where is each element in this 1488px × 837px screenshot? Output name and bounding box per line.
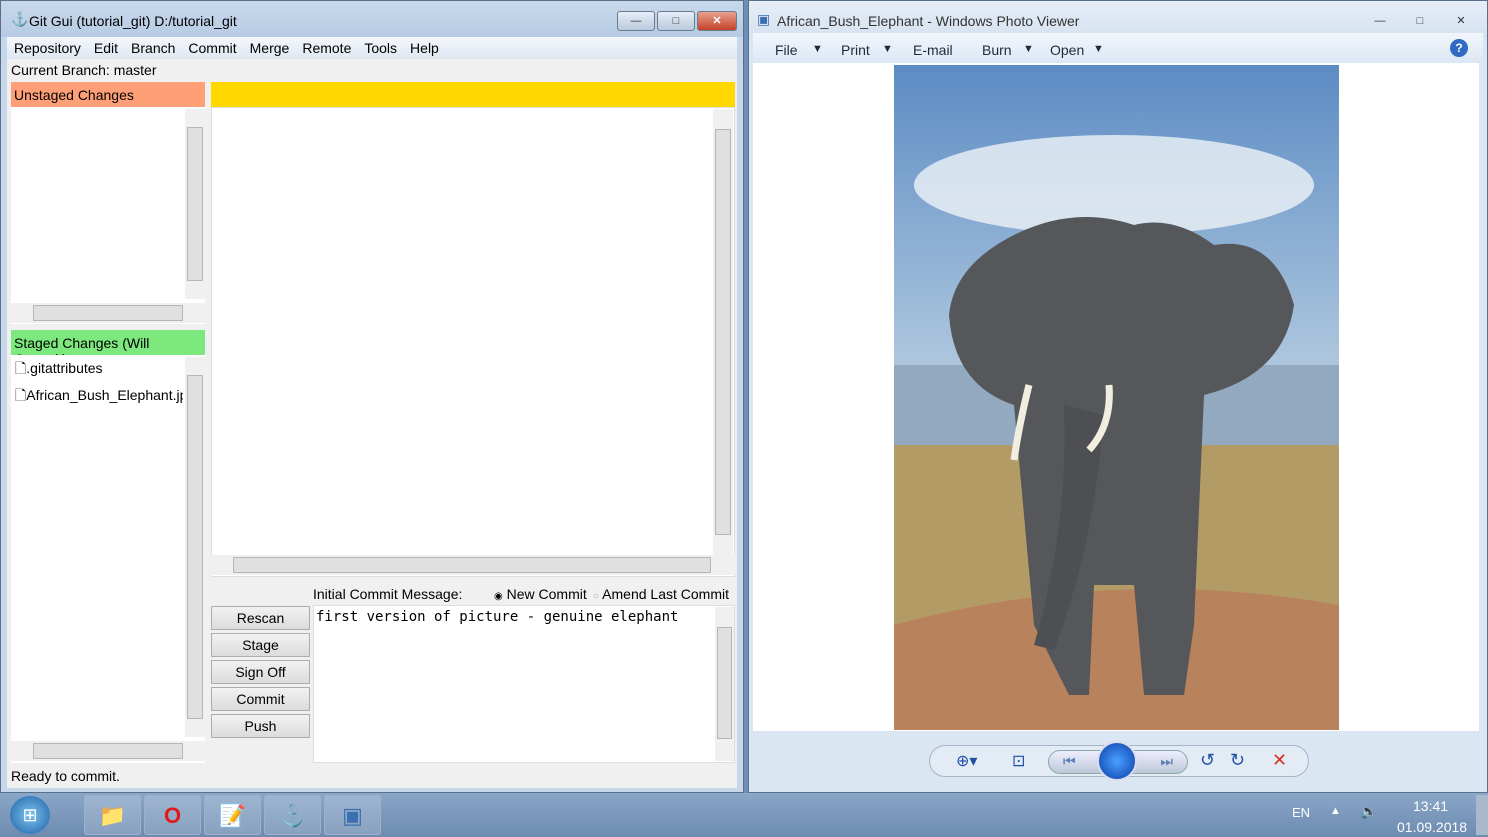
file-icon: 🗋 <box>15 387 27 403</box>
status-bar: Ready to commit. <box>11 768 120 784</box>
commit-message-label: Initial Commit Message: <box>313 586 463 602</box>
sign-off-button[interactable]: Sign Off <box>211 660 310 684</box>
file-dropdown-icon[interactable]: ▼ <box>812 43 823 55</box>
zoom-icon[interactable]: ⊕▾ <box>956 751 977 771</box>
rotate-left-icon[interactable]: ↺ <box>1200 750 1215 771</box>
minimize-button[interactable]: — <box>1361 11 1399 31</box>
menu-remote[interactable]: Remote <box>295 37 357 59</box>
maximize-button[interactable]: □ <box>1401 11 1439 31</box>
open-dropdown-icon[interactable]: ▼ <box>1093 43 1104 55</box>
previous-icon[interactable]: ⏮ <box>1063 753 1076 770</box>
diff-hscroll[interactable] <box>211 555 735 575</box>
print-dropdown-icon[interactable]: ▼ <box>882 43 893 55</box>
taskbar-notepad[interactable]: 📝 <box>204 795 261 835</box>
photo-viewer-titlebar[interactable]: ▣ African_Bush_Elephant - Windows Photo … <box>749 1 1487 37</box>
menu-email[interactable]: E-mail <box>913 42 953 58</box>
staged-file[interactable]: 🗋African_Bush_Elephant.jpg <box>11 385 183 409</box>
menu-open[interactable]: Open <box>1050 42 1084 58</box>
photo-viewer-icon: ▣ <box>757 11 771 27</box>
minimize-button[interactable]: — <box>617 11 655 31</box>
diff-vscroll[interactable] <box>713 109 733 555</box>
window-title: African_Bush_Elephant - Windows Photo Vi… <box>777 13 1080 29</box>
help-icon[interactable]: ? <box>1450 39 1468 57</box>
close-button[interactable]: ✕ <box>697 11 737 31</box>
diff-view[interactable] <box>211 107 735 577</box>
stage-changed-button[interactable]: Stage Changed <box>211 633 310 675</box>
current-branch: Current Branch: master <box>11 62 157 78</box>
taskbar-git-gui[interactable]: ⚓ <box>264 795 321 835</box>
menu-file[interactable]: File <box>775 42 798 58</box>
staged-header: Staged Changes (Will Commit) <box>11 330 205 367</box>
taskbar-explorer[interactable]: 📁 <box>84 795 141 835</box>
taskbar-opera[interactable]: O <box>144 795 201 835</box>
commit-button[interactable]: Commit <box>211 687 310 711</box>
menu-edit[interactable]: Edit <box>87 37 124 59</box>
staged-list: 🗋.gitattributes 🗋African_Bush_Elephant.j… <box>11 355 205 763</box>
unstaged-hscroll[interactable] <box>11 303 205 323</box>
clock-time[interactable]: 13:41 <box>1413 798 1448 814</box>
menu-burn[interactable]: Burn <box>982 42 1012 58</box>
diff-header <box>211 82 735 107</box>
delete-icon[interactable]: ✕ <box>1272 750 1287 771</box>
burn-dropdown-icon[interactable]: ▼ <box>1023 43 1034 55</box>
taskbar-photo-viewer[interactable]: ▣ <box>324 795 381 835</box>
git-gui-icon: ⚓ <box>11 11 29 27</box>
unstaged-list[interactable] <box>11 107 205 324</box>
show-desktop-button[interactable] <box>1476 795 1488 835</box>
photo-viewer-window: ▣ African_Bush_Elephant - Windows Photo … <box>748 0 1488 793</box>
actual-size-icon[interactable]: ⊡ <box>1012 751 1025 771</box>
photo-viewer-menubar: File ▼ Print ▼ E-mail Burn ▼ Open ▼ ? <box>753 33 1483 63</box>
staged-file[interactable]: 🗋.gitattributes <box>11 355 183 385</box>
commit-vscroll[interactable] <box>715 607 734 761</box>
menu-help[interactable]: Help <box>403 37 445 59</box>
staged-vscroll[interactable] <box>185 357 205 737</box>
radio-amend-commit[interactable]: ○ Amend Last Commit <box>593 586 729 602</box>
staged-hscroll[interactable] <box>11 741 205 761</box>
menu-commit[interactable]: Commit <box>181 37 242 59</box>
rotate-right-icon[interactable]: ↻ <box>1230 750 1245 771</box>
language-indicator[interactable]: EN <box>1292 805 1310 820</box>
show-hidden-icons[interactable]: ▲ <box>1330 805 1341 817</box>
commit-message-input[interactable]: first version of picture - genuine eleph… <box>313 605 735 763</box>
menu-tools[interactable]: Tools <box>357 37 403 59</box>
radio-new-commit[interactable]: ◉ New Commit <box>494 586 587 602</box>
unstaged-vscroll[interactable] <box>185 109 205 299</box>
close-button[interactable]: ✕ <box>1441 11 1481 31</box>
git-gui-titlebar[interactable]: ⚓ Git Gui (tutorial_git) D:/tutorial_git… <box>1 1 743 37</box>
maximize-button[interactable]: □ <box>657 11 695 31</box>
file-icon: 🗋 <box>15 360 27 376</box>
unstaged-header: Unstaged Changes <box>11 82 205 107</box>
menu-repository[interactable]: Repository <box>7 37 87 59</box>
menubar: Repository Edit Branch Commit Merge Remo… <box>7 37 737 59</box>
elephant-photo <box>894 65 1339 730</box>
rescan-button[interactable]: Rescan <box>211 606 310 630</box>
clock-date[interactable]: 01.09.2018 <box>1397 819 1467 835</box>
menu-merge[interactable]: Merge <box>243 37 296 59</box>
push-button[interactable]: Push <box>211 714 310 738</box>
volume-icon[interactable]: 🔈 <box>1360 803 1377 820</box>
menu-branch[interactable]: Branch <box>124 37 181 59</box>
menu-print[interactable]: Print <box>841 42 870 58</box>
next-icon[interactable]: ⏭ <box>1160 753 1173 770</box>
git-gui-window: ⚓ Git Gui (tutorial_git) D:/tutorial_git… <box>0 0 744 793</box>
viewer-toolbar: ⊕▾ ⊡ ⏮ ⏭ ↺ ↻ ✕ <box>929 741 1309 781</box>
slideshow-button[interactable] <box>1097 741 1137 781</box>
start-button[interactable]: ⊞ <box>10 796 50 834</box>
window-title: Git Gui (tutorial_git) D:/tutorial_git <box>29 13 237 29</box>
